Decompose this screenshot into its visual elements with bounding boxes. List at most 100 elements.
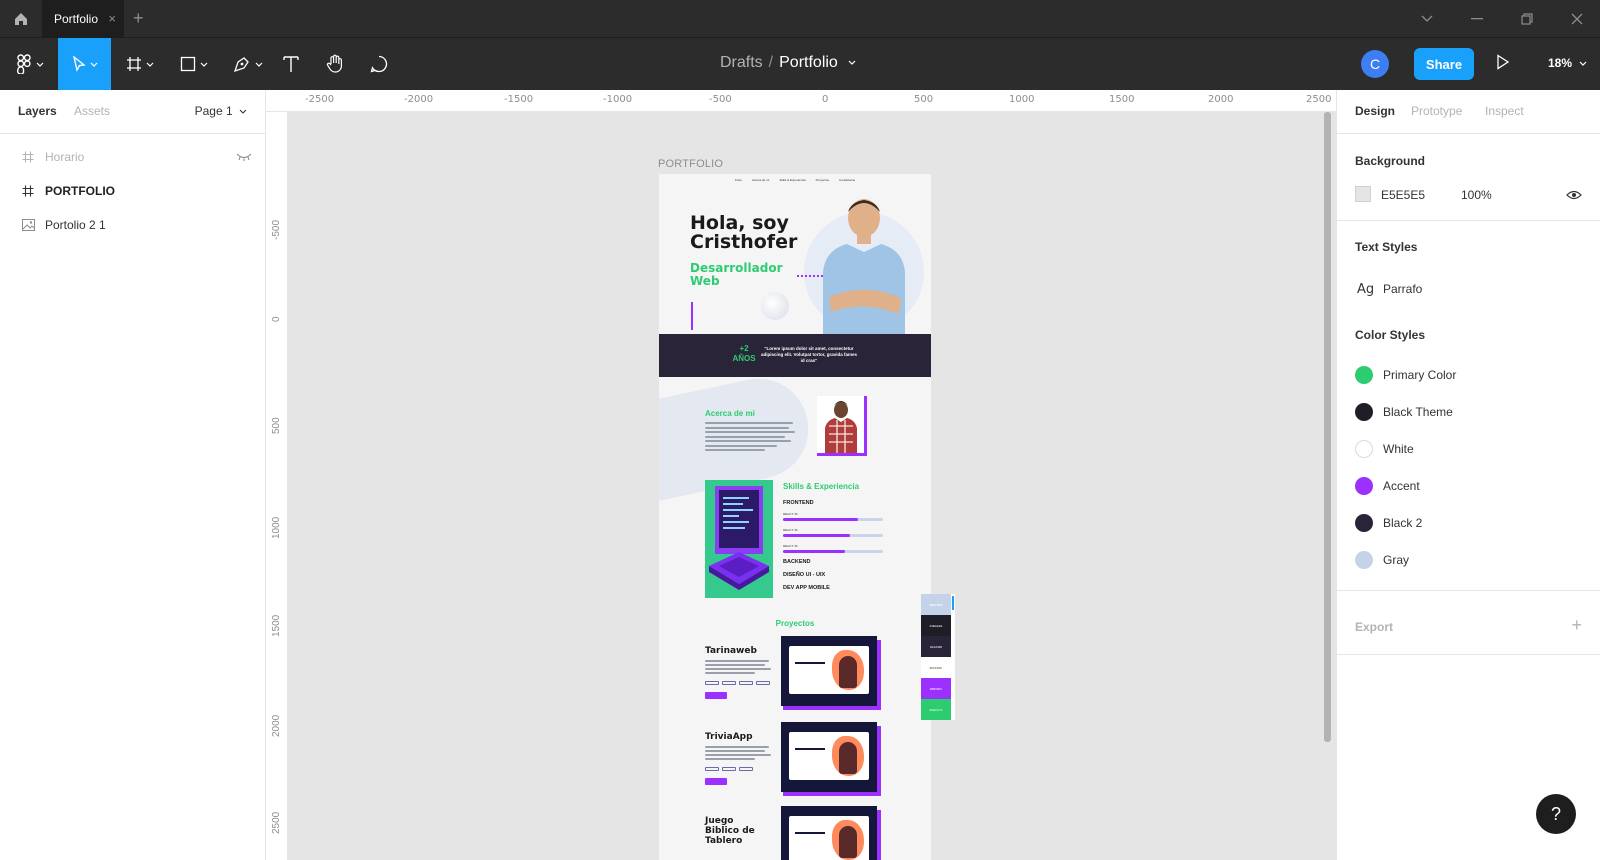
- breadcrumb-project[interactable]: Drafts: [720, 54, 763, 71]
- ruler-tick-label: 500: [914, 94, 934, 105]
- project-name: TriviaApp: [705, 732, 753, 742]
- background-hex-input[interactable]: E5E5E5: [1381, 188, 1425, 202]
- swatch-scroll-indicator: [952, 596, 954, 610]
- add-export-icon[interactable]: +: [1571, 616, 1582, 634]
- canvas[interactable]: -2500 -2000 -1500 -1000 -500 0 500 1000 …: [266, 90, 1336, 860]
- hand-tool-button[interactable]: [318, 38, 352, 90]
- layer-portfolio[interactable]: PORTFOLIO: [0, 174, 266, 208]
- project-card: Tarinaweb: [705, 636, 925, 710]
- tab-assets[interactable]: Assets: [74, 104, 110, 118]
- layer-name: PORTFOLIO: [45, 184, 115, 198]
- present-play-icon[interactable]: [1496, 54, 1510, 75]
- restore-icon[interactable]: [1518, 10, 1536, 28]
- new-tab-icon[interactable]: +: [133, 9, 144, 27]
- breadcrumb-separator: /: [768, 54, 774, 71]
- skills-mobile: DEV APP MOBILE: [783, 585, 830, 591]
- frame-tool-button[interactable]: [118, 38, 162, 90]
- hero-title: Hola, soy Cristhofer: [690, 212, 798, 253]
- tab-design[interactable]: Design: [1355, 104, 1395, 118]
- about-paragraph-lines: [705, 422, 795, 454]
- pen-tool-icon: [233, 57, 249, 73]
- skills-title: Skills & Experiencia: [783, 482, 860, 491]
- about-title: Acerca de mi: [705, 409, 755, 418]
- text-styles-title: Text Styles: [1355, 240, 1418, 254]
- layers-panel: Layers Assets Page 1 Horario PORTFOLIO P…: [0, 90, 266, 860]
- about-photo-image: [817, 396, 867, 456]
- color-style-item[interactable]: Primary Color: [1355, 365, 1456, 385]
- page-selector-label: Page 1: [194, 104, 233, 118]
- chevron-down-icon[interactable]: [848, 60, 856, 66]
- color-style-item[interactable]: Black Theme: [1355, 402, 1453, 422]
- eye-closed-icon[interactable]: [236, 151, 252, 165]
- ruler-tick-label: 0: [822, 94, 829, 105]
- eye-icon[interactable]: [1566, 187, 1582, 205]
- background-opacity-input[interactable]: 100%: [1461, 188, 1492, 202]
- avatar[interactable]: C: [1361, 50, 1389, 78]
- home-icon[interactable]: [8, 7, 34, 31]
- right-panel-tabs: Design Prototype Inspect: [1337, 90, 1600, 134]
- canvas-scrollbar[interactable]: [1324, 112, 1331, 742]
- ruler-tick-label: 2500: [271, 811, 282, 834]
- tab-inspect[interactable]: Inspect: [1485, 104, 1524, 118]
- ruler-tick-label: -1500: [504, 94, 534, 105]
- palette-swatch-frame[interactable]: #B8C6DB #1E1E1E #2A2438 #FFFFFF #9B30FF …: [921, 594, 955, 720]
- project-card: TriviaApp: [705, 722, 925, 796]
- text-tool-button[interactable]: [274, 38, 308, 90]
- page-selector[interactable]: Page 1: [195, 104, 247, 118]
- color-style-name: White: [1383, 442, 1414, 456]
- stats-quote: "Lorem ipsum dolor sit amet, consectetur…: [761, 346, 857, 363]
- color-style-item[interactable]: Accent: [1355, 476, 1420, 496]
- color-style-item[interactable]: Gray: [1355, 550, 1409, 570]
- figma-menu-button[interactable]: [8, 38, 52, 90]
- divider: [1337, 654, 1600, 655]
- color-style-dot: [1355, 366, 1373, 384]
- tab-layers[interactable]: Layers: [18, 104, 57, 118]
- minimize-icon[interactable]: [1468, 10, 1486, 28]
- project-card: Juego Biblico de Tablero: [705, 806, 925, 860]
- ruler-tick-label: 2000: [1208, 94, 1234, 105]
- portfolio-frame[interactable]: Inicio Acerca de mi Skills & Experiencia…: [659, 174, 931, 860]
- rectangle-tool-button[interactable]: [172, 38, 216, 90]
- hero-accent-line: [691, 302, 693, 330]
- project-screenshot: [781, 806, 877, 860]
- ruler-tick-label: 2000: [271, 714, 282, 737]
- color-style-item[interactable]: White: [1355, 439, 1414, 459]
- chevron-down-icon[interactable]: [1418, 10, 1436, 28]
- ruler-tick-label: 1500: [271, 614, 282, 637]
- layer-name: Portolio 2 1: [45, 218, 106, 232]
- layer-portolio-2-1[interactable]: Portolio 2 1: [0, 208, 266, 242]
- project-name: Tarinaweb: [705, 646, 757, 656]
- file-tab[interactable]: Portfolio ×: [42, 0, 124, 38]
- breadcrumb-file[interactable]: Portfolio: [779, 54, 838, 71]
- color-style-name: Black 2: [1383, 516, 1423, 530]
- ruler-vertical: -500 0 500 1000 1500 2000 2500: [266, 112, 288, 860]
- color-style-dot: [1355, 477, 1373, 495]
- help-button[interactable]: ?: [1536, 794, 1576, 834]
- move-tool-icon: [72, 56, 86, 72]
- skill-label: REACT JS: [783, 528, 798, 532]
- background-color-swatch[interactable]: [1355, 186, 1371, 202]
- mock-nav-item: Inicio: [734, 178, 742, 182]
- mock-nav-item: Proyectos: [815, 178, 830, 182]
- close-window-icon[interactable]: [1568, 10, 1586, 28]
- text-style-parrafo[interactable]: Parrafo: [1383, 282, 1422, 296]
- skill-bar: [783, 550, 883, 553]
- ruler-tick-label: 1000: [1009, 94, 1035, 105]
- color-style-item[interactable]: Black 2: [1355, 513, 1422, 533]
- divider: [1337, 590, 1600, 591]
- pen-tool-button[interactable]: [226, 38, 270, 90]
- move-tool-button[interactable]: [58, 38, 111, 90]
- ruler-tick-label: -1000: [603, 94, 633, 105]
- project-button: [705, 692, 727, 699]
- zoom-menu[interactable]: 18%: [1548, 56, 1587, 70]
- frame-label[interactable]: PORTFOLIO: [658, 158, 723, 170]
- close-tab-icon[interactable]: ×: [108, 12, 116, 25]
- project-description-lines: [705, 746, 771, 762]
- frame-icon: [20, 185, 36, 197]
- tab-prototype[interactable]: Prototype: [1411, 104, 1462, 118]
- comment-tool-button[interactable]: [362, 38, 396, 90]
- share-button[interactable]: Share: [1414, 48, 1474, 80]
- layer-horario[interactable]: Horario: [0, 140, 266, 174]
- skill-label: REACT JS: [783, 544, 798, 548]
- color-style-name: Primary Color: [1383, 368, 1457, 382]
